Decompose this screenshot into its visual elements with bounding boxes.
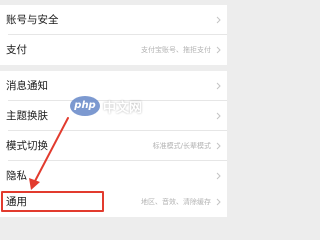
highlight-box	[1, 191, 104, 212]
watermark-logo: php 中文网	[70, 94, 142, 118]
settings-item-value: 标准模式/长辈模式	[152, 142, 211, 150]
chevron-right-icon	[216, 198, 221, 206]
settings-item-label: 模式切换	[6, 140, 48, 152]
watermark-badge: php	[70, 96, 100, 116]
settings-item-label: 主题换肤	[6, 110, 48, 122]
settings-item-account-security[interactable]: 账号与安全	[0, 5, 227, 35]
settings-item-payment[interactable]: 支付 支付宝账号、拖拒支付	[0, 35, 227, 65]
chevron-right-icon	[216, 112, 221, 120]
chevron-right-icon	[216, 142, 221, 150]
settings-item-mode-switch[interactable]: 模式切换 标准模式/长辈模式	[0, 131, 227, 161]
settings-item-label: 支付	[6, 44, 27, 56]
chevron-right-icon	[216, 172, 221, 180]
settings-item-label: 消息通知	[6, 80, 48, 92]
settings-item-value: 支付宝账号、拖拒支付	[141, 46, 211, 54]
chevron-right-icon	[216, 16, 221, 24]
settings-item-label: 账号与安全	[6, 14, 59, 26]
settings-screen: 账号与安全 支付 支付宝账号、拖拒支付 消息通知 主题换肤 模式切换 标准模式/…	[0, 0, 227, 222]
watermark-text: 中文网	[103, 100, 143, 116]
chevron-right-icon	[216, 46, 221, 54]
chevron-right-icon	[216, 82, 221, 90]
settings-item-value: 地区、音效、清除缓存	[141, 198, 211, 206]
